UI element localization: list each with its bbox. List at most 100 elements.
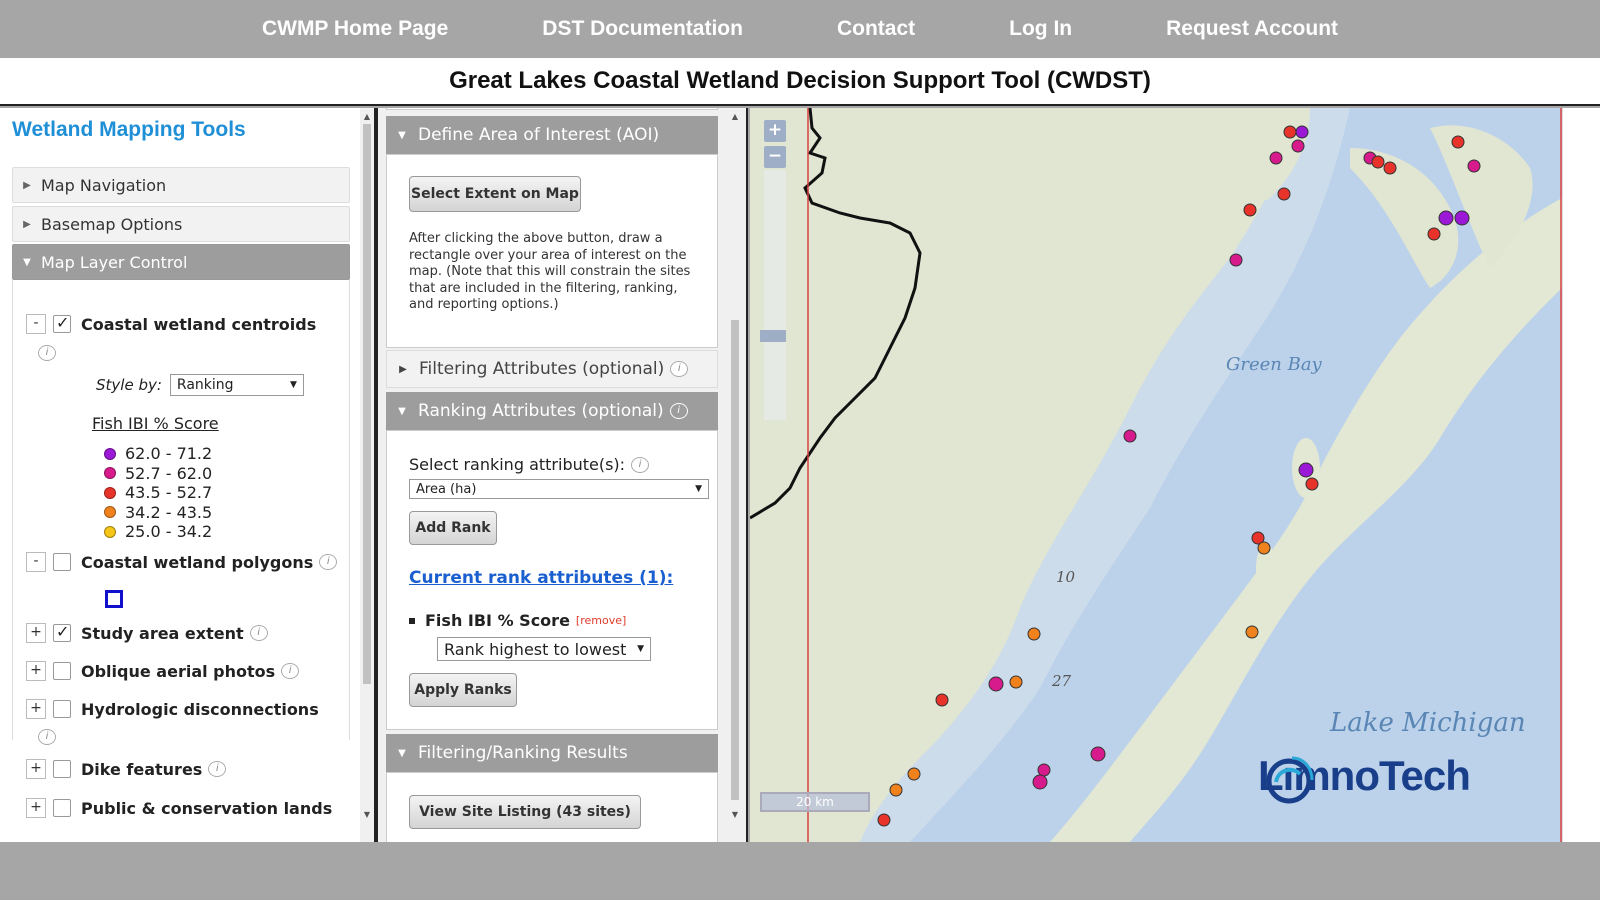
style-by-value: Ranking (176, 377, 234, 393)
layer-row-polygons: - Coastal wetland polygons i (26, 552, 338, 572)
info-icon[interactable]: i (249, 625, 268, 641)
layer-row-oblique: + Oblique aerial photos i (26, 661, 300, 681)
style-by-row: Style by: Ranking ▼ (96, 374, 304, 396)
layer-label: Coastal wetland polygons (81, 552, 314, 572)
middle-scrollbar[interactable]: ▲ ▼ (728, 108, 742, 842)
zoom-in-button[interactable]: + (764, 120, 786, 142)
info-icon[interactable]: i (669, 403, 688, 419)
chevron-down-icon: ▼ (637, 644, 644, 654)
legend-range: 25.0 - 34.2 (125, 522, 213, 542)
expand-button[interactable]: + (26, 759, 46, 779)
right-edge-strip (1562, 108, 1600, 842)
layer-label: Study area extent (81, 623, 244, 643)
dike-checkbox[interactable] (53, 760, 71, 778)
legend-list: 62.0 - 71.2 52.7 - 62.0 43.5 - 52.7 34.2… (104, 444, 212, 542)
previous-section-edge (386, 108, 718, 110)
add-rank-button[interactable]: Add Rank (409, 511, 497, 545)
results-header[interactable]: ▼ Filtering/Ranking Results (386, 734, 718, 772)
ranking-select-row: Select ranking attribute(s): i (409, 455, 650, 474)
footer-bar (0, 842, 1600, 900)
view-site-listing-button[interactable]: View Site Listing (43 sites) (409, 795, 641, 829)
collapsed-triangle-icon: ▶ (399, 363, 407, 375)
panel-title: Wetland Mapping Tools (12, 118, 246, 141)
filtering-header-label: Filtering Attributes (optional) (419, 359, 665, 379)
aoi-help-text: After clicking the above button, draw a … (409, 231, 709, 314)
info-icon[interactable]: i (319, 554, 338, 570)
expand-button[interactable]: + (26, 661, 46, 681)
filtering-header[interactable]: ▶ Filtering Attributes (optional) i (386, 350, 718, 388)
ranking-header[interactable]: ▼ Ranking Attributes (optional) i (386, 392, 718, 430)
accordion-map-layer-control[interactable]: ▼ Map Layer Control (12, 244, 350, 280)
legend-item: 43.5 - 52.7 (104, 483, 212, 503)
legend-range: 34.2 - 43.5 (125, 502, 213, 522)
layer-row-dike: + Dike features i (26, 759, 227, 779)
scroll-down-icon[interactable]: ▼ (360, 810, 374, 819)
middle-scroll-thumb[interactable] (731, 320, 739, 800)
nav-link-contact[interactable]: Contact (837, 17, 915, 41)
public-lands-checkbox[interactable] (53, 799, 71, 817)
aoi-header-label: Define Area of Interest (AOI) (418, 125, 660, 145)
hydrologic-checkbox[interactable] (53, 700, 71, 718)
zoom-out-button[interactable]: − (764, 146, 786, 168)
collapsed-triangle-icon: ▶ (23, 218, 31, 230)
info-icon[interactable]: i (670, 361, 689, 377)
nav-link-home[interactable]: CWMP Home Page (262, 17, 448, 41)
info-icon[interactable]: i (631, 456, 650, 473)
ranking-attribute-select[interactable]: Area (ha) ▼ (409, 479, 709, 499)
nav-link-login[interactable]: Log In (1009, 17, 1072, 41)
accordion-map-navigation[interactable]: ▶ Map Navigation (12, 167, 350, 203)
remove-rank-link[interactable]: [remove] (576, 614, 626, 627)
collapse-button[interactable]: - (26, 552, 46, 572)
info-icon[interactable]: i (38, 345, 56, 361)
current-rank-attributes-link[interactable]: Current rank attributes (1): (409, 568, 673, 588)
layer-label: Dike features (81, 759, 203, 779)
info-icon[interactable]: i (38, 729, 56, 745)
layer-label: Oblique aerial photos (81, 661, 276, 681)
apply-ranks-button[interactable]: Apply Ranks (409, 673, 517, 707)
legend-range: 62.0 - 71.2 (125, 444, 213, 464)
map-view[interactable]: + − Green Bay Lake Michigan 10 27 20 km … (750, 108, 1562, 842)
road-label-27: 27 (1052, 672, 1072, 690)
help-line: map. (Note that this will constrain the … (409, 264, 691, 279)
left-scroll-thumb[interactable] (363, 124, 371, 684)
nav-link-documentation[interactable]: DST Documentation (542, 17, 743, 41)
lake-michigan-label: Lake Michigan (1330, 708, 1526, 738)
expand-button[interactable]: + (26, 699, 46, 719)
style-by-select[interactable]: Ranking ▼ (169, 374, 304, 396)
expand-button[interactable]: + (26, 798, 46, 818)
accordion-basemap-options[interactable]: ▶ Basemap Options (12, 206, 350, 242)
scroll-up-icon[interactable]: ▲ (728, 112, 742, 121)
collapsed-triangle-icon: ▶ (23, 179, 31, 191)
study-area-checkbox[interactable] (53, 622, 71, 642)
aoi-header[interactable]: ▼ Define Area of Interest (AOI) (386, 116, 718, 154)
chevron-down-icon: ▼ (695, 484, 702, 494)
layer-label: Public & conservation lands (81, 798, 333, 818)
centroids-checkbox[interactable] (53, 313, 71, 333)
layer-label: Coastal wetland centroids (81, 314, 317, 334)
ranking-section: Select ranking attribute(s): i Area (ha)… (386, 430, 718, 730)
rank-item-label: Fish IBI % Score (425, 611, 570, 630)
select-extent-button[interactable]: Select Extent on Map (409, 176, 581, 212)
polygons-checkbox[interactable] (53, 553, 71, 571)
legend-dot-icon (104, 506, 116, 519)
limnotech-logo: LimnoTech (1258, 752, 1471, 804)
info-icon[interactable]: i (208, 761, 227, 777)
nav-link-request-account[interactable]: Request Account (1166, 17, 1338, 41)
collapse-button[interactable]: - (26, 314, 46, 334)
rank-order-select[interactable]: Rank highest to lowest ▼ (437, 637, 651, 661)
legend-item: 25.0 - 34.2 (104, 522, 212, 542)
help-line: rectangle over your area of interest on … (409, 247, 687, 263)
info-icon[interactable]: i (281, 663, 300, 679)
style-by-label: Style by: (96, 376, 162, 394)
legend-dot-icon (104, 447, 116, 460)
results-section: View Site Listing (43 sites) (386, 772, 718, 842)
scroll-up-icon[interactable]: ▲ (360, 112, 374, 121)
scroll-down-icon[interactable]: ▼ (728, 810, 742, 819)
expand-button[interactable]: + (26, 623, 46, 643)
legend-title[interactable]: Fish IBI % Score (92, 414, 219, 433)
layer-row-hydrologic: + Hydrologic disconnections (26, 699, 319, 719)
left-scrollbar[interactable]: ▲ ▼ (360, 108, 374, 842)
help-line: that are included in the filtering, rank… (409, 280, 678, 296)
layer-label: Hydrologic disconnections (81, 699, 319, 719)
oblique-checkbox[interactable] (53, 662, 71, 680)
